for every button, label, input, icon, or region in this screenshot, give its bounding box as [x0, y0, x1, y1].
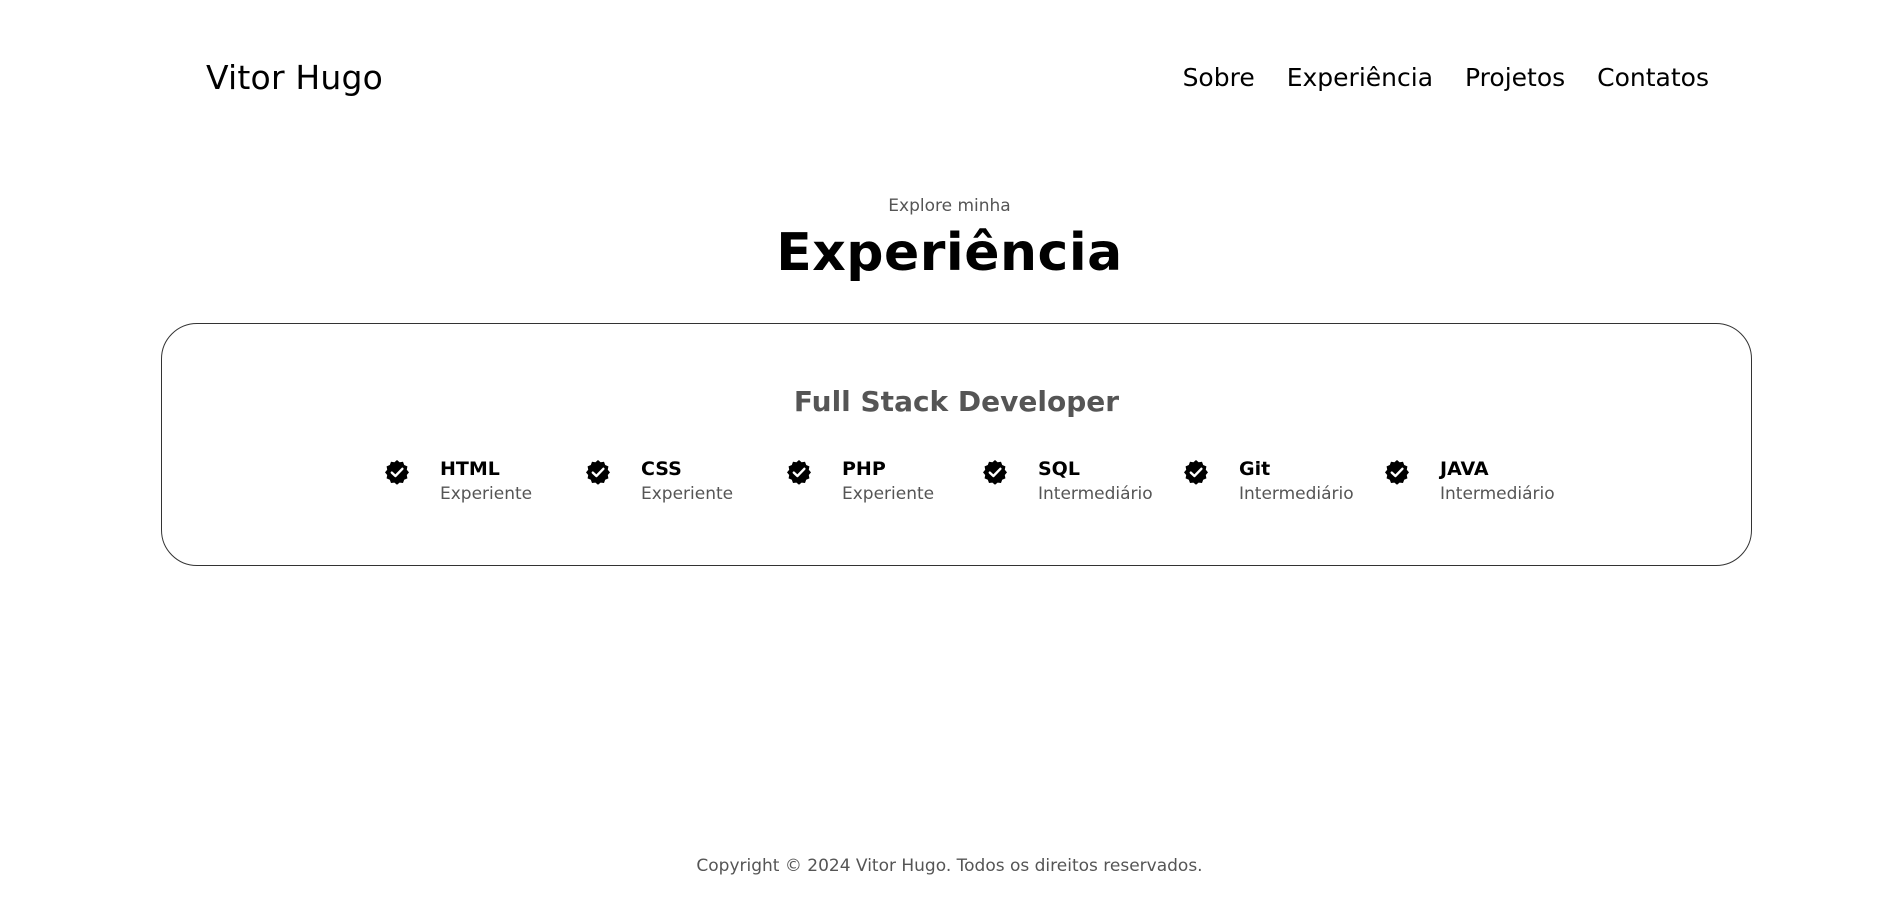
section-subtitle: Explore minha [888, 196, 1011, 216]
skill-level: Intermediário [1239, 484, 1354, 504]
skill-info: JAVA Intermediário [1440, 456, 1555, 506]
nav-link-experiencia[interactable]: Experiência [1287, 63, 1433, 92]
top-nav: Vitor Hugo Sobre Experiência Projetos Co… [0, 0, 1899, 155]
skill-level: Intermediário [1440, 484, 1555, 504]
skill-name: Git [1239, 458, 1271, 480]
skill-item-css: CSS Experiente [585, 456, 733, 506]
checkmark-badge-icon [983, 460, 1007, 485]
skill-name: HTML [440, 458, 500, 480]
skill-item-java: JAVA Intermediário [1384, 456, 1555, 506]
skill-name: JAVA [1440, 458, 1489, 480]
skill-level: Experiente [641, 484, 734, 504]
skill-name: CSS [641, 458, 682, 480]
nav-item-experiencia: Experiência [1287, 62, 1433, 94]
skill-level: Intermediário [1038, 484, 1153, 504]
skill-item-sql: SQL Intermediário [982, 456, 1153, 506]
nav-link-contatos[interactable]: Contatos [1597, 63, 1709, 92]
skill-info: HTML Experiente [440, 456, 532, 506]
nav-link-projetos[interactable]: Projetos [1465, 63, 1565, 92]
nav-item-contatos: Contatos [1597, 62, 1709, 94]
nav-item-sobre: Sobre [1183, 62, 1255, 94]
skill-info: CSS Experiente [641, 456, 733, 506]
experience-card: Full Stack Developer HTML Experiente CSS… [161, 323, 1752, 566]
checkmark-badge-icon [787, 460, 811, 485]
checkmark-badge-icon [1385, 460, 1409, 485]
site-logo[interactable]: Vitor Hugo [206, 58, 383, 98]
skill-item-php: PHP Experiente [786, 456, 934, 506]
skills-list: HTML Experiente CSS Experiente PHP Exper… [162, 456, 1751, 516]
nav-item-projetos: Projetos [1465, 62, 1565, 94]
skill-level: Experiente [842, 484, 935, 504]
skill-info: Git Intermediário [1239, 456, 1354, 506]
nav-links: Sobre Experiência Projetos Contatos [1183, 62, 1709, 94]
skill-name: PHP [842, 458, 886, 480]
footer-copyright: Copyright © 2024 Vitor Hugo. Todos os di… [696, 856, 1203, 876]
section-title: Experiência [776, 223, 1123, 283]
skill-name: SQL [1038, 458, 1080, 480]
skill-level: Experiente [440, 484, 533, 504]
skill-info: SQL Intermediário [1038, 456, 1153, 506]
checkmark-badge-icon [586, 460, 610, 485]
skill-info: PHP Experiente [842, 456, 934, 506]
checkmark-badge-icon [385, 460, 409, 485]
card-title: Full Stack Developer [793, 385, 1120, 418]
checkmark-badge-icon [1184, 460, 1208, 485]
skill-item-git: Git Intermediário [1183, 456, 1354, 506]
skill-item-html: HTML Experiente [384, 456, 532, 506]
page: Vitor Hugo Sobre Experiência Projetos Co… [0, 0, 1899, 915]
nav-link-sobre[interactable]: Sobre [1183, 63, 1255, 92]
